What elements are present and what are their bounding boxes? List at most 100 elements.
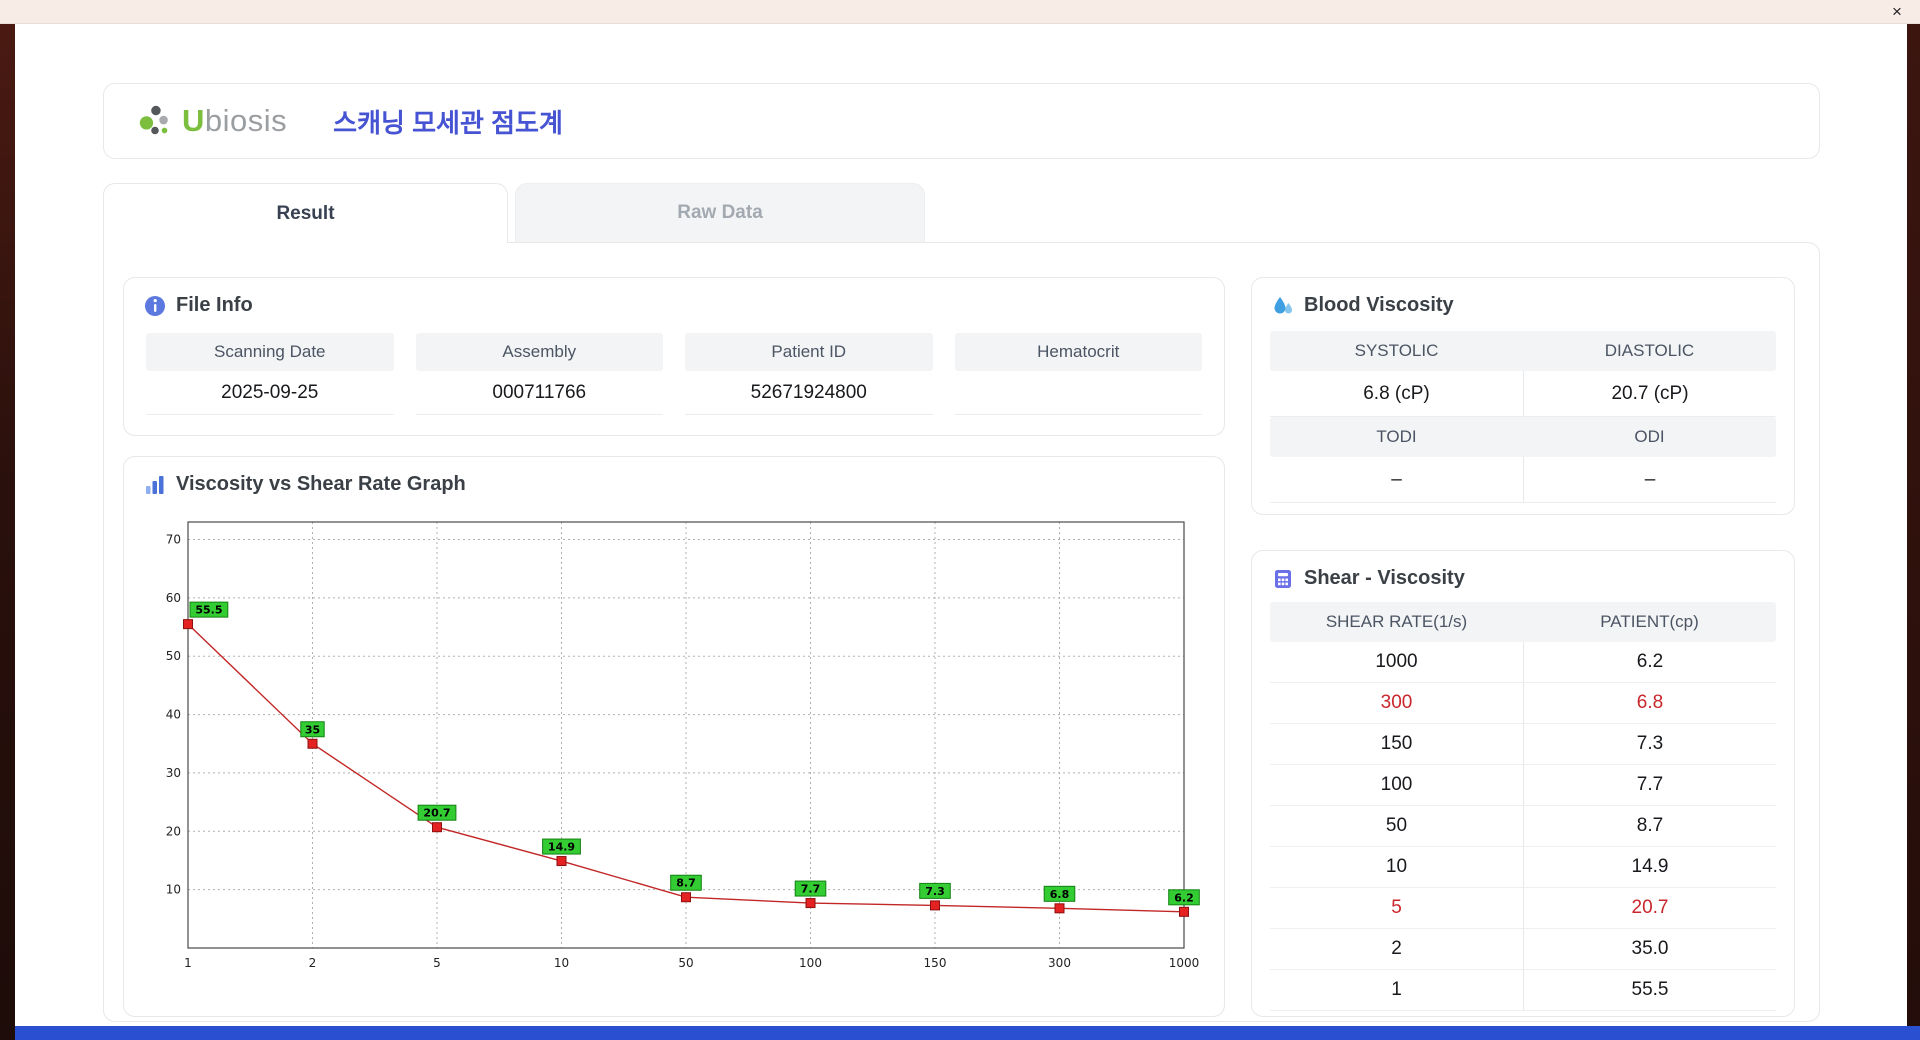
odi-value: – — [1523, 457, 1776, 503]
file-info-field: Assembly 000711766 — [415, 333, 663, 415]
patient-viscosity-cell: 6.8 — [1523, 683, 1776, 723]
app-title: 스캐닝 모세관 점도계 — [333, 107, 563, 138]
patient-viscosity-cell: 6.2 — [1523, 642, 1776, 682]
patient-viscosity-cell: 7.7 — [1523, 765, 1776, 805]
patient-viscosity-cell: 14.9 — [1523, 847, 1776, 887]
table-row: 1 55.5 — [1270, 970, 1776, 1011]
info-icon — [145, 295, 165, 316]
shear-rate-cell: 300 — [1380, 692, 1413, 713]
shear-rate-cell: 1 — [1391, 979, 1402, 1000]
svg-text:30: 30 — [166, 766, 181, 780]
shear-table-header-row: SHEAR RATE(1/s) PATIENT(cp) — [1270, 602, 1776, 642]
svg-text:10: 10 — [166, 883, 181, 897]
file-info-field: Patient ID 52671924800 — [685, 333, 933, 415]
graph-section: Viscosity vs Shear Rate Graph 10 20 30 40 50… — [123, 456, 1225, 1017]
viscosity-shear-chart: 10 20 30 40 50 60 70 1 2 5 10 50 100 150 300 1000 55.5 35… — [166, 521, 1200, 970]
taskbar — [15, 1026, 1920, 1040]
svg-text:20: 20 — [166, 824, 181, 838]
blood-viscosity-section: Blood Viscosity SYSTOLIC DIASTOLIC 6.8 (… — [1251, 277, 1795, 515]
svg-text:6.8: 6.8 — [1050, 888, 1070, 901]
field-label: Hematocrit — [954, 333, 1202, 371]
table-row: 100 7.7 — [1270, 765, 1776, 806]
shear-viscosity-header: Shear - Viscosity — [1252, 551, 1794, 600]
blood-viscosity-header: Blood Viscosity — [1252, 278, 1794, 327]
field-label: Patient ID — [685, 333, 933, 371]
table-row: 300 6.8 — [1270, 683, 1776, 724]
shear-rate-cell: 5 — [1391, 897, 1402, 918]
svg-text:50: 50 — [678, 956, 693, 970]
tab-result[interactable]: Result — [103, 183, 508, 243]
chart-wrapper: 10 20 30 40 50 60 70 1 2 5 10 50 100 150 300 1000 55.5 35… — [142, 506, 1206, 991]
tab-raw-data[interactable]: Raw Data — [515, 183, 925, 242]
diastolic-header: DIASTOLIC — [1604, 341, 1695, 360]
svg-text:70: 70 — [166, 533, 181, 547]
table-row: 150 7.3 — [1270, 724, 1776, 765]
svg-text:5: 5 — [433, 956, 441, 970]
shear-viscosity-section: Shear - Viscosity SHEAR RATE(1/s) PATIEN… — [1251, 550, 1795, 1017]
shear-rate-cell: 50 — [1385, 815, 1408, 836]
file-info-section: File Info Scanning Date 2025-09-25 Assembl… — [123, 277, 1225, 436]
table-row: 10 14.9 — [1270, 847, 1776, 888]
bv-value-row-1: 6.8 (cP) 20.7 (cP) — [1270, 371, 1776, 417]
bv-header-row-2: TODI ODI — [1270, 417, 1776, 457]
field-value — [954, 371, 1202, 415]
logo-dots-icon — [139, 105, 168, 135]
shear-rate-cell: 150 — [1380, 733, 1413, 754]
field-value: 52671924800 — [685, 371, 933, 415]
logo-rest: biosis — [204, 103, 288, 138]
header-card: Ubiosis 스캐닝 모세관 점도계 — [103, 83, 1820, 159]
desktop-background-left — [0, 24, 15, 1040]
bv-value-row-2: – – — [1270, 457, 1776, 503]
field-value: 2025-09-25 — [146, 371, 394, 415]
table-row: 5 20.7 — [1270, 888, 1776, 929]
odi-header: ODI — [1634, 427, 1665, 446]
systolic-value: 6.8 (cP) — [1270, 371, 1523, 417]
file-info-field: Hematocrit — [954, 333, 1202, 415]
logo-text: Ubiosis — [182, 103, 287, 139]
patient-viscosity-cell: 20.7 — [1523, 888, 1776, 928]
svg-text:40: 40 — [166, 708, 181, 722]
shear-rate-cell: 2 — [1391, 938, 1402, 959]
main-content-card: File Info Scanning Date 2025-09-25 Assembl… — [103, 242, 1820, 1022]
svg-text:2: 2 — [309, 956, 317, 970]
svg-text:7.3: 7.3 — [925, 885, 945, 898]
window-titlebar: × — [0, 0, 1920, 24]
graph-title: Viscosity vs Shear Rate Graph — [176, 473, 466, 495]
patient-viscosity-cell: 7.3 — [1523, 724, 1776, 764]
svg-text:7.7: 7.7 — [801, 883, 821, 896]
calculator-icon — [1275, 569, 1291, 588]
shear-table: SHEAR RATE(1/s) PATIENT(cp) 1000 6.2 300 6.… — [1270, 602, 1776, 1011]
file-info-title: File Info — [176, 294, 253, 316]
patient-column-header: PATIENT(cp) — [1600, 612, 1699, 631]
logo-u: U — [182, 103, 205, 138]
table-row: 2 35.0 — [1270, 929, 1776, 970]
field-label: Scanning Date — [146, 333, 394, 371]
blood-viscosity-title: Blood Viscosity — [1304, 294, 1454, 316]
patient-viscosity-cell: 8.7 — [1523, 806, 1776, 846]
patient-viscosity-cell: 55.5 — [1523, 970, 1776, 1010]
shear-viscosity-title: Shear - Viscosity — [1304, 567, 1465, 589]
bv-header-row-1: SYSTOLIC DIASTOLIC — [1270, 331, 1776, 371]
file-info-field: Scanning Date 2025-09-25 — [146, 333, 394, 415]
droplet-icon — [1274, 296, 1292, 313]
patient-viscosity-cell: 35.0 — [1523, 929, 1776, 969]
table-row: 1000 6.2 — [1270, 642, 1776, 683]
field-value: 000711766 — [415, 371, 663, 415]
svg-text:35: 35 — [305, 723, 320, 736]
graph-header: Viscosity vs Shear Rate Graph — [124, 457, 1224, 506]
todi-value: – — [1270, 457, 1523, 503]
shear-rate-column-header: SHEAR RATE(1/s) — [1325, 612, 1468, 631]
svg-text:300: 300 — [1048, 956, 1071, 970]
shear-rate-cell: 10 — [1385, 856, 1408, 877]
desktop-background-right — [1907, 24, 1920, 1040]
svg-text:50: 50 — [166, 649, 181, 663]
svg-text:6.2: 6.2 — [1174, 891, 1194, 904]
svg-text:1000: 1000 — [1169, 956, 1200, 970]
svg-text:60: 60 — [166, 591, 181, 605]
shear-table-body: 1000 6.2 300 6.8 150 7.3 100 7.7 50 8.7 10 14.9 5 20.… — [1270, 642, 1776, 1011]
svg-text:14.9: 14.9 — [548, 841, 575, 854]
close-button[interactable]: × — [1886, 1, 1908, 23]
svg-text:1: 1 — [184, 956, 192, 970]
bar-chart-icon — [146, 475, 164, 494]
field-label: Assembly — [415, 333, 663, 371]
